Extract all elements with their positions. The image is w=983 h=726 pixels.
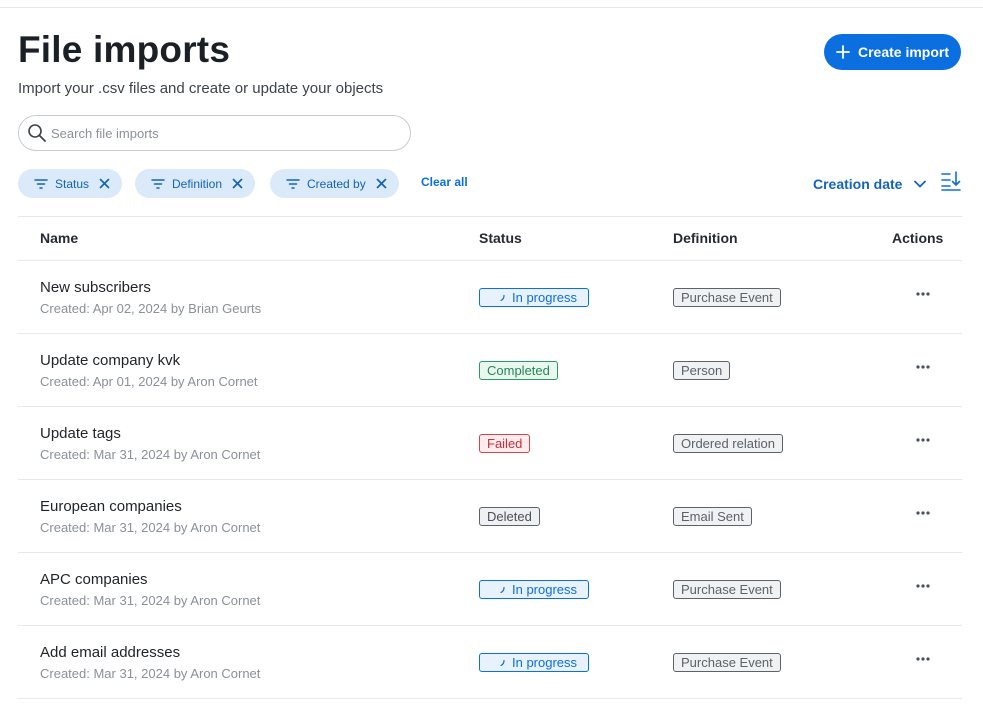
import-created-meta: Created: Mar 31, 2024 by Aron Cornet [40, 666, 261, 681]
status-label: In progress [512, 582, 578, 597]
status-badge: In progress [479, 288, 589, 307]
row-actions-button[interactable] [912, 433, 934, 447]
status-badge: Failed [479, 434, 531, 453]
create-import-label: Create import [857, 44, 950, 60]
more-horizontal-icon [916, 584, 930, 588]
table-row[interactable]: APC companies Created: Mar 31, 2024 by A… [18, 553, 962, 626]
sort-field-label: Creation date [813, 176, 903, 192]
column-header-definition[interactable]: Definition [673, 230, 738, 246]
definition-badge: Purchase Event [673, 580, 781, 599]
table-header: Name Status Definition Actions [18, 217, 962, 261]
table-row[interactable]: Add email addresses Created: Mar 31, 202… [18, 626, 962, 699]
more-horizontal-icon [916, 292, 930, 296]
status-badge: Deleted [479, 507, 540, 526]
table-row[interactable]: European companies Created: Mar 31, 2024… [18, 480, 962, 553]
import-name[interactable]: APC companies [40, 571, 148, 588]
imports-table: Name Status Definition Actions New subsc… [18, 216, 962, 699]
status-badge: In progress [479, 653, 589, 672]
status-label: In progress [512, 290, 578, 305]
more-horizontal-icon [916, 438, 930, 442]
close-icon[interactable] [99, 178, 110, 189]
search-input[interactable] [51, 125, 381, 141]
filter-chip-definition[interactable]: Definition [135, 169, 256, 198]
search-icon [28, 124, 46, 142]
filter-chip-label: Created by [307, 176, 366, 191]
more-horizontal-icon [916, 511, 930, 515]
definition-badge: Purchase Event [673, 288, 781, 307]
table-row[interactable]: Update company kvk Created: Apr 01, 2024… [18, 334, 962, 407]
import-created-meta: Created: Mar 31, 2024 by Aron Cornet [40, 447, 261, 462]
import-name[interactable]: Add email addresses [40, 644, 180, 661]
column-header-actions: Actions [892, 230, 944, 246]
row-actions-button[interactable] [912, 506, 934, 520]
sort-descending-icon[interactable] [941, 171, 961, 191]
import-created-meta: Created: Apr 01, 2024 by Aron Cornet [40, 374, 258, 389]
import-name[interactable]: Update company kvk [40, 352, 180, 369]
page-subtitle: Import your .csv files and create or upd… [18, 80, 384, 97]
top-divider [0, 7, 983, 8]
page-title: File imports [18, 29, 231, 70]
filter-chip-label: Status [55, 176, 90, 191]
close-icon[interactable] [376, 178, 387, 189]
row-actions-button[interactable] [912, 579, 934, 593]
filter-chip-created-by[interactable]: Created by [270, 169, 399, 198]
filter-icon [286, 178, 300, 189]
status-badge: In progress [479, 580, 589, 599]
import-name[interactable]: Update tags [40, 425, 121, 442]
clear-all-link[interactable]: Clear all [421, 175, 468, 189]
filter-chip-label: Definition [172, 176, 223, 191]
row-actions-button[interactable] [912, 287, 934, 301]
more-horizontal-icon [916, 657, 930, 661]
spinner-icon [500, 295, 505, 301]
create-import-button[interactable]: Create import [824, 34, 961, 70]
filter-icon [34, 178, 48, 189]
table-row[interactable]: New subscribers Created: Apr 02, 2024 by… [18, 261, 962, 334]
more-horizontal-icon [916, 365, 930, 369]
spinner-icon [500, 660, 505, 666]
import-name[interactable]: New subscribers [40, 279, 151, 296]
import-name[interactable]: European companies [40, 498, 182, 515]
import-created-meta: Created: Mar 31, 2024 by Aron Cornet [40, 593, 261, 608]
close-icon[interactable] [232, 178, 243, 189]
search-box[interactable] [18, 115, 411, 151]
status-label: In progress [512, 655, 578, 670]
table-row[interactable]: Update tags Created: Mar 31, 2024 by Aro… [18, 407, 962, 480]
filter-chip-status[interactable]: Status [18, 169, 123, 198]
definition-badge: Email Sent [673, 507, 752, 526]
spinner-icon [500, 587, 505, 593]
filter-icon [151, 178, 165, 189]
column-header-status[interactable]: Status [479, 230, 522, 246]
import-created-meta: Created: Mar 31, 2024 by Aron Cornet [40, 520, 261, 535]
plus-icon [836, 45, 850, 59]
definition-badge: Purchase Event [673, 653, 781, 672]
definition-badge: Person [673, 361, 731, 380]
import-created-meta: Created: Apr 02, 2024 by Brian Geurts [40, 301, 262, 316]
row-actions-button[interactable] [912, 360, 934, 374]
column-header-name[interactable]: Name [40, 230, 78, 246]
row-actions-button[interactable] [912, 652, 934, 666]
sort-field-select[interactable]: Creation date [813, 176, 927, 192]
definition-badge: Ordered relation [673, 434, 783, 453]
status-badge: Completed [479, 361, 558, 380]
chevron-down-icon [914, 180, 927, 188]
